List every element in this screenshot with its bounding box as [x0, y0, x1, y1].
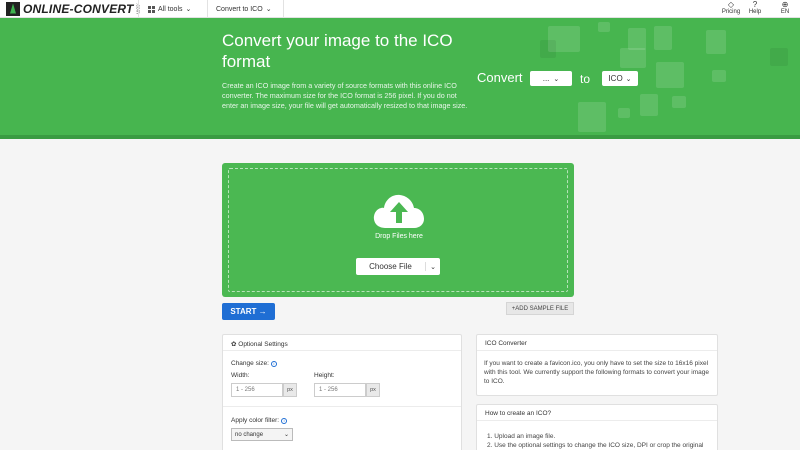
convert-to-label: Convert to ICO	[216, 5, 263, 13]
info-text: If you want to create a favicon.ico, you…	[484, 360, 709, 385]
choose-file-button[interactable]: Choose File ⌄	[356, 258, 440, 275]
height-input[interactable]: 1 - 256	[314, 383, 366, 397]
chevron-down-icon: ⌄	[553, 75, 560, 83]
width-input[interactable]: 1 - 256	[231, 383, 283, 397]
all-tools-menu[interactable]: All tools ⌄	[148, 0, 191, 18]
hero-banner: Convert your image to the ICO format Cre…	[0, 18, 800, 138]
language-label: EN	[780, 9, 790, 15]
tag-icon: ◇	[727, 0, 735, 9]
color-filter-select[interactable]: no change ⌄	[231, 428, 293, 441]
color-filter-label: Apply color filter: i	[231, 417, 288, 424]
logo-text: ONLINE-CONVERT	[23, 1, 134, 16]
nav-divider	[138, 0, 139, 18]
chevron-down-icon[interactable]: ⌄	[426, 263, 440, 271]
howto-step-2: 2. Use the optional settings to change t…	[487, 442, 704, 449]
grid-icon	[148, 5, 155, 13]
page-title: Convert your image to the ICO format	[222, 31, 453, 71]
drop-files-text: Drop Files here	[375, 233, 423, 240]
settings-header: ✿ Optional Settings	[223, 335, 461, 351]
document-icon	[628, 28, 646, 50]
chevron-down-icon: ⌄	[185, 6, 192, 13]
source-format-select[interactable]: ... ⌄	[530, 71, 572, 86]
folder-icon	[672, 96, 686, 108]
info-header: ICO Converter	[477, 335, 717, 351]
globe-icon: ⊕	[781, 0, 789, 9]
pdf-file-icon	[656, 62, 684, 88]
nav-divider	[283, 0, 284, 18]
chevron-down-icon: ⌄	[625, 75, 632, 83]
folder-icon	[770, 48, 788, 66]
document-icon	[540, 40, 556, 58]
folder-icon	[712, 70, 726, 82]
pricing-label: Pricing	[721, 9, 741, 15]
info-icon[interactable]: i	[281, 418, 288, 424]
help-link[interactable]: ? Help	[742, 0, 768, 18]
convert-label: Convert	[477, 70, 523, 85]
add-sample-file-button[interactable]: +ADD SAMPLE FILE	[506, 302, 574, 315]
chevron-down-icon: ⌄	[283, 432, 289, 438]
chart-icon	[578, 102, 606, 132]
image-file-icon	[654, 26, 672, 50]
change-size-text: Change size:	[231, 360, 269, 367]
info-icon[interactable]: i	[270, 361, 277, 367]
target-format-value: ICO	[608, 74, 623, 83]
convert-to-menu[interactable]: Convert to ICO ⌄	[216, 0, 272, 18]
change-size-label: Change size: i	[231, 360, 277, 367]
width-unit: px	[283, 383, 297, 397]
document-icon	[640, 94, 658, 116]
width-label: Width:	[231, 372, 250, 379]
color-filter-value: no change	[235, 431, 264, 438]
color-filter-text: Apply color filter:	[231, 417, 280, 424]
cloud-upload-icon	[373, 194, 424, 228]
all-tools-label: All tools	[158, 5, 183, 13]
help-icon: ?	[752, 0, 758, 9]
logo-mark-icon	[6, 1, 20, 16]
chart-file-icon	[706, 30, 726, 54]
jpg-file-icon	[620, 48, 646, 68]
nav-divider	[207, 0, 208, 18]
language-selector[interactable]: ⊕ EN	[772, 0, 798, 18]
start-button[interactable]: START →	[222, 303, 275, 320]
howto-step-1: 1. Upload an image file.	[487, 433, 556, 440]
hero-bottom-border	[0, 135, 800, 139]
top-navbar: ONLINE-CONVERT .com All tools ⌄ Convert …	[0, 0, 800, 18]
site-logo[interactable]: ONLINE-CONVERT .com	[6, 1, 141, 16]
folder-icon	[618, 108, 630, 118]
source-format-value: ...	[542, 74, 550, 83]
chevron-down-icon: ⌄	[265, 6, 272, 13]
to-label: to	[580, 72, 591, 86]
hero-description: Create an ICO image from a variety of so…	[222, 81, 468, 110]
settings-title: Optional Settings	[238, 341, 288, 348]
help-label: Help	[748, 9, 762, 15]
height-label: Height:	[314, 372, 335, 379]
pricing-link[interactable]: ◇ Pricing	[718, 0, 744, 18]
target-format-select[interactable]: ICO ⌄	[602, 71, 638, 86]
howto-header: How to create an ICO?	[477, 405, 717, 421]
folder-icon	[598, 22, 610, 32]
choose-file-label: Choose File	[356, 262, 426, 271]
upload-dropzone[interactable]	[222, 163, 574, 297]
divider	[223, 406, 461, 407]
height-unit: px	[366, 383, 380, 397]
